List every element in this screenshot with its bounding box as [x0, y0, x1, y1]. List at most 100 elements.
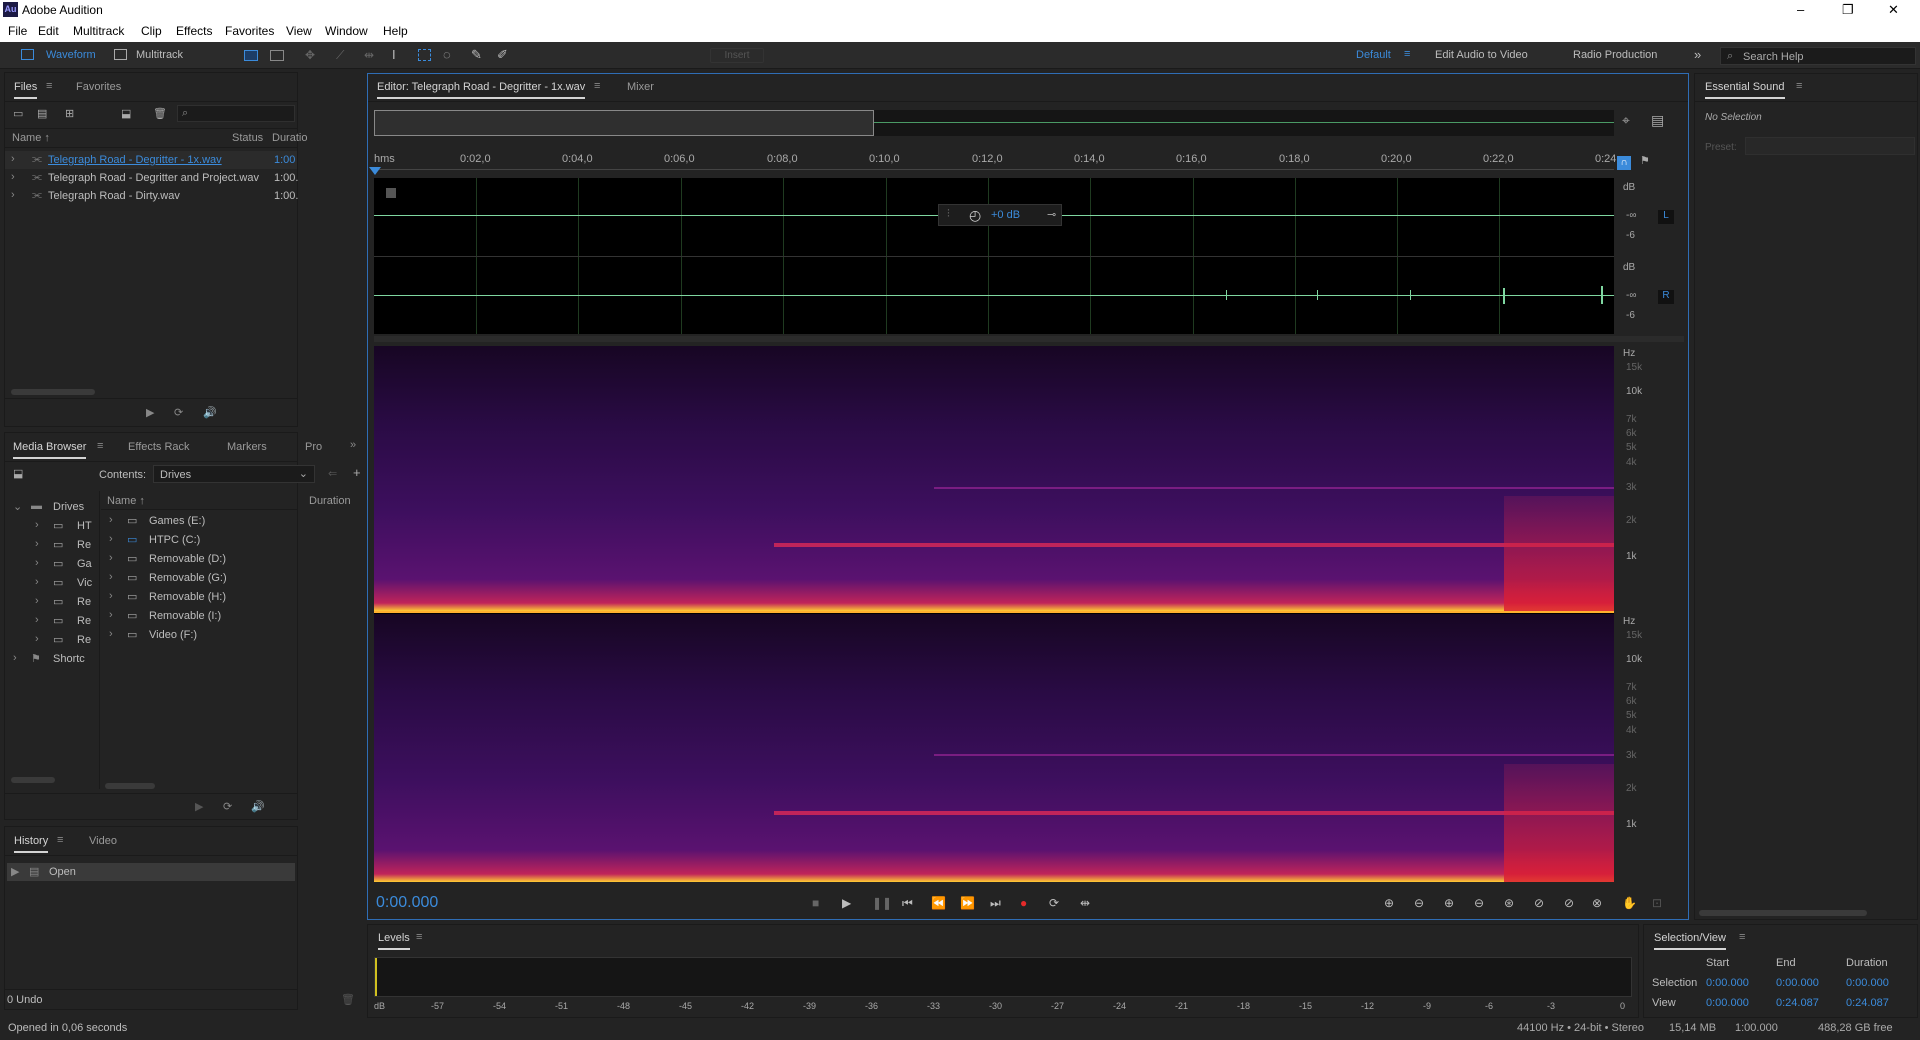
expand-arrow-icon[interactable]: ›: [35, 595, 39, 607]
loop-icon[interactable]: ⟳: [1049, 896, 1059, 910]
delete-icon[interactable]: 🗑: [341, 993, 355, 1006]
loop-icon[interactable]: ⟳: [174, 406, 183, 419]
expand-arrow-icon[interactable]: ›: [11, 153, 15, 165]
move-tool-icon[interactable]: ✥: [305, 48, 315, 62]
back-arrow-icon[interactable]: ⇐: [328, 467, 337, 480]
tab-mixer[interactable]: Mixer: [627, 81, 654, 93]
selection-duration[interactable]: 0:00.000: [1846, 977, 1889, 989]
new-file-icon[interactable]: ⊞: [65, 107, 74, 120]
media-browser-menu-icon[interactable]: ≡: [97, 440, 103, 452]
editor-menu-icon[interactable]: ≡: [594, 80, 600, 92]
spot-healing-icon[interactable]: ✐: [497, 47, 508, 63]
tab-media-browser[interactable]: Media Browser: [13, 441, 87, 459]
spectral-display-icon[interactable]: [244, 50, 258, 61]
file-row-selected[interactable]: › ⫘ Telegraph Road - Degritter - 1x.wav …: [5, 151, 297, 169]
essential-sound-scrollbar[interactable]: [1699, 910, 1867, 916]
play-icon[interactable]: ▶: [842, 896, 851, 910]
expand-arrow-icon[interactable]: ›: [35, 519, 39, 531]
zoom-both-icon[interactable]: ⊗: [1592, 896, 1602, 910]
lasso-selection-icon[interactable]: ◌: [443, 47, 451, 62]
workspace-default[interactable]: Default: [1356, 49, 1391, 61]
menu-effects[interactable]: Effects: [176, 24, 212, 38]
expand-arrow-icon[interactable]: ›: [109, 609, 113, 621]
close-button[interactable]: ✕: [1888, 2, 1899, 18]
zoom-out-full-icon[interactable]: ⊖: [1474, 896, 1484, 910]
loop-icon[interactable]: ⟳: [223, 800, 232, 813]
zoom-to-selection-icon[interactable]: ⌖: [1622, 112, 1630, 129]
list-hscrollbar[interactable]: [105, 783, 155, 789]
view-end[interactable]: 0:24.087: [1776, 997, 1819, 1009]
view-start[interactable]: 0:00.000: [1706, 997, 1749, 1009]
autoplay-speaker-icon[interactable]: 🔊: [251, 800, 265, 813]
hud-gain-control[interactable]: ⫶ ◴ +0 dB ⊸: [938, 204, 1062, 226]
pause-icon[interactable]: ❚❚: [872, 896, 892, 910]
column-duration[interactable]: Duration: [309, 495, 351, 507]
spectral-pitch-icon[interactable]: [270, 50, 284, 61]
razor-tool-icon[interactable]: ⟋: [336, 48, 344, 63]
menu-clip[interactable]: Clip: [141, 24, 162, 38]
expand-arrow-icon[interactable]: ›: [35, 538, 39, 550]
file-row[interactable]: › ⫘ Telegraph Road - Degritter and Proje…: [5, 169, 298, 187]
history-item[interactable]: ▶ ▤ Open: [7, 863, 295, 881]
import-file-icon[interactable]: ▤: [37, 107, 47, 120]
menu-multitrack[interactable]: Multitrack: [73, 24, 124, 38]
menu-view[interactable]: View: [286, 24, 312, 38]
selection-view-menu-icon[interactable]: ≡: [1739, 931, 1745, 943]
selection-start[interactable]: 0:00.000: [1706, 977, 1749, 989]
overview-view-range[interactable]: [374, 110, 874, 136]
skip-to-end-icon[interactable]: ⏭: [990, 896, 1001, 911]
rewind-icon[interactable]: ⏪: [931, 896, 946, 910]
playhead-marker[interactable]: [369, 167, 381, 175]
zoom-selection-icon[interactable]: ⊛: [1504, 896, 1514, 910]
selection-end[interactable]: 0:00.000: [1776, 977, 1819, 989]
expand-arrow-icon[interactable]: ›: [35, 576, 39, 588]
drive-icon[interactable]: ⬓: [13, 467, 23, 480]
play-icon[interactable]: ▶: [195, 800, 203, 813]
expand-arrow-icon[interactable]: ›: [11, 189, 15, 201]
expand-arrow-icon[interactable]: ⌄: [13, 500, 22, 513]
marquee-selection-icon[interactable]: [418, 49, 431, 61]
contents-select[interactable]: Drives ⌄: [153, 465, 315, 483]
insert-button[interactable]: Insert: [710, 48, 764, 63]
levels-menu-icon[interactable]: ≡: [416, 931, 422, 943]
zoom-out-point-icon[interactable]: ⊘: [1564, 896, 1574, 910]
record-icon[interactable]: ●: [1020, 896, 1027, 910]
menu-edit[interactable]: Edit: [38, 24, 59, 38]
expand-arrow-icon[interactable]: ›: [109, 533, 113, 545]
tab-editor[interactable]: Editor: Telegraph Road - Degritter - 1x.…: [377, 81, 586, 99]
column-status-shown[interactable]: Status: [232, 132, 263, 144]
tab-selection-view[interactable]: Selection/View: [1654, 932, 1726, 950]
expand-arrow-icon[interactable]: ›: [35, 614, 39, 626]
tab-files[interactable]: Files: [14, 81, 38, 99]
column-duration[interactable]: Duratio: [272, 132, 307, 144]
expand-arrow-icon[interactable]: ›: [109, 514, 113, 526]
files-search-input[interactable]: ⌕: [177, 105, 295, 122]
pin-icon[interactable]: ⊸: [1047, 208, 1056, 221]
essential-sound-menu-icon[interactable]: ≡: [1796, 80, 1802, 92]
minimize-button[interactable]: –: [1797, 2, 1804, 17]
play-icon[interactable]: ▶: [146, 406, 154, 419]
menu-favorites[interactable]: Favorites: [225, 24, 274, 38]
snap-icon[interactable]: ∩: [1617, 156, 1631, 170]
menu-file[interactable]: File: [8, 24, 27, 38]
open-file-icon[interactable]: ▭: [13, 107, 23, 120]
time-ruler[interactable]: hms 0:02,0 0:04,0 0:06,0 0:08,0 0:10,0 0…: [374, 152, 1616, 170]
column-name[interactable]: Name ↑: [107, 495, 145, 507]
expand-arrow-icon[interactable]: ›: [35, 633, 39, 645]
menu-window[interactable]: Window: [325, 24, 368, 38]
zoom-in-point-icon[interactable]: ⊘: [1534, 896, 1544, 910]
tab-effects-rack[interactable]: Effects Rack: [128, 441, 190, 453]
tab-history[interactable]: History: [14, 835, 49, 853]
time-display[interactable]: 0:00.000: [376, 894, 438, 912]
zoom-reset-icon[interactable]: ⊡: [1652, 896, 1662, 910]
autoplay-speaker-icon[interactable]: 🔊: [203, 406, 217, 419]
view-duration[interactable]: 0:24.087: [1846, 997, 1889, 1009]
multitrack-button[interactable]: Multitrack: [110, 47, 200, 64]
tab-markers[interactable]: Markers: [227, 441, 267, 453]
workspace-menu-icon[interactable]: ≡: [1404, 48, 1410, 60]
tab-levels[interactable]: Levels: [378, 932, 410, 950]
insert-multitrack-icon[interactable]: ⬓: [121, 107, 131, 120]
expand-arrow-icon[interactable]: ›: [109, 571, 113, 583]
waveform-display[interactable]: ⫶ ◴ +0 dB ⊸: [374, 178, 1614, 334]
workspace-radio-production[interactable]: Radio Production: [1573, 49, 1657, 61]
